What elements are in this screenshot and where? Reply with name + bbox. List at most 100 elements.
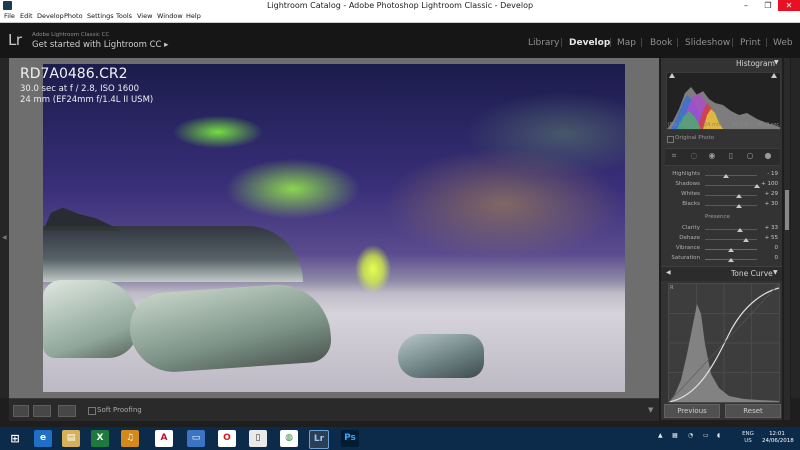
photo-ice-block: [127, 281, 333, 375]
taskbar-clock[interactable]: 12:01 24/06/2018: [762, 431, 794, 445]
highlight-clipping-icon[interactable]: [771, 73, 777, 78]
histogram-collapse-icon[interactable]: ▼: [774, 59, 779, 66]
slider-label-whites: Whites: [681, 191, 700, 197]
module-develop[interactable]: Develop: [569, 38, 610, 48]
slider-knob-vibrance[interactable]: [728, 248, 734, 252]
before-after-button[interactable]: [33, 405, 51, 417]
slider-track-blacks[interactable]: [705, 205, 757, 206]
module-slideshow[interactable]: Slideshow: [685, 38, 730, 48]
right-panel-edge[interactable]: [791, 58, 800, 398]
slider-value-blacks[interactable]: + 30: [760, 201, 778, 207]
slider-label-highlights: Highlights: [672, 171, 700, 177]
menu-tools[interactable]: Tools: [116, 11, 132, 22]
photo-ice-block: [43, 280, 138, 358]
menu-settings[interactable]: Settings: [87, 11, 114, 22]
slider-value-clarity[interactable]: + 33: [760, 225, 778, 231]
menu-help[interactable]: Help: [186, 11, 201, 22]
spot-removal-icon[interactable]: ◌: [690, 152, 698, 160]
battery-icon[interactable]: ▭: [703, 432, 709, 439]
monitor-app-icon[interactable]: ▭: [187, 430, 205, 447]
left-panel-collapsed[interactable]: [0, 58, 9, 398]
tone-curve-graph[interactable]: [668, 283, 780, 403]
tone-curve-collapse-icon[interactable]: ▼: [773, 269, 778, 276]
module-library[interactable]: Library: [528, 38, 559, 48]
close-button[interactable]: ✕: [778, 0, 800, 11]
radial-filter-icon[interactable]: ○: [746, 152, 754, 160]
red-eye-icon[interactable]: ◉: [708, 152, 716, 160]
module-print[interactable]: Print: [740, 38, 761, 48]
right-panel-scrollbar[interactable]: [784, 58, 790, 420]
tone-curve-channel-label: R: [670, 285, 674, 291]
opera-icon[interactable]: O: [218, 430, 236, 447]
network-icon[interactable]: ▦: [672, 432, 678, 439]
slider-label-blacks: Blacks: [682, 201, 700, 207]
acrobat-icon[interactable]: A: [155, 430, 173, 447]
photoshop-icon[interactable]: Ps: [341, 430, 359, 447]
excel-icon[interactable]: X: [91, 430, 109, 447]
slider-value-vibrance[interactable]: 0: [760, 245, 779, 251]
module-map[interactable]: Map: [617, 38, 636, 48]
windows-taskbar: [0, 427, 800, 450]
shadow-clipping-icon[interactable]: [669, 73, 675, 78]
slider-knob-clarity[interactable]: [736, 228, 743, 232]
slider-label-shadows: Shadows: [675, 181, 700, 187]
adjustment-brush-icon[interactable]: ●: [764, 152, 772, 160]
module-web[interactable]: Web: [773, 38, 793, 48]
module-book[interactable]: Book: [650, 38, 672, 48]
wifi-icon[interactable]: ◔: [688, 432, 693, 439]
slider-knob-blacks[interactable]: [735, 204, 742, 208]
tray-language: ENG: [742, 431, 754, 437]
menu-view[interactable]: View: [137, 11, 152, 22]
slider-knob-highlights[interactable]: [723, 174, 730, 178]
compare-swap-button[interactable]: [58, 405, 76, 417]
previous-button[interactable]: Previous: [664, 404, 720, 418]
toolbar-menu-icon[interactable]: ▼: [648, 406, 653, 414]
internet-explorer-icon[interactable]: e: [34, 430, 52, 447]
slider-track-shadows[interactable]: [705, 185, 757, 186]
headphones-icon[interactable]: ♫: [121, 430, 139, 447]
menu-develop[interactable]: Develop: [37, 11, 64, 22]
chrome-icon[interactable]: ◍: [280, 430, 298, 447]
slider-value-whites[interactable]: + 29: [760, 191, 778, 197]
graduated-filter-icon[interactable]: ▯: [727, 152, 735, 160]
histogram-title[interactable]: Histogram: [736, 59, 775, 68]
menu-window[interactable]: Window: [157, 11, 183, 22]
slider-knob-dehaze[interactable]: [742, 238, 749, 242]
maximize-button[interactable]: ❐: [757, 0, 779, 11]
slider-track-dehaze[interactable]: [705, 239, 757, 240]
slider-track-whites[interactable]: [705, 195, 757, 196]
start-button-icon[interactable]: ⊞: [6, 430, 24, 447]
document-icon[interactable]: ▯: [249, 430, 267, 447]
tray-region: US: [744, 438, 752, 444]
slider-knob-saturation[interactable]: [728, 258, 734, 262]
slider-value-saturation[interactable]: 0: [760, 255, 779, 261]
slider-value-dehaze[interactable]: + 55: [760, 235, 778, 241]
slider-knob-whites[interactable]: [735, 194, 742, 198]
original-photo-checkbox[interactable]: [667, 136, 674, 143]
input-language[interactable]: ENG US: [740, 431, 756, 445]
left-panel-toggle-icon[interactable]: ◀: [2, 234, 7, 241]
tone-curve-title[interactable]: Tone Curve: [731, 269, 773, 278]
window-title-bar: Lightroom Catalog - Adobe Photoshop Ligh…: [0, 0, 800, 11]
histogram-iso: ISO 1600: [668, 122, 691, 128]
tone-curve-toggle-icon[interactable]: ◀: [666, 269, 671, 276]
lightroom-taskbar-icon[interactable]: Lr: [309, 430, 329, 449]
reset-button[interactable]: Reset: [725, 404, 781, 418]
slider-value-highlights[interactable]: - 19: [760, 171, 778, 177]
menu-photo[interactable]: Photo: [64, 11, 83, 22]
minimize-button[interactable]: –: [735, 0, 757, 11]
slider-label-vibrance: Vibrance: [675, 245, 700, 251]
scrollbar-thumb[interactable]: [785, 190, 789, 230]
slider-track-highlights[interactable]: [705, 175, 757, 176]
loupe-view-button[interactable]: [13, 405, 29, 417]
menu-edit[interactable]: Edit: [20, 11, 33, 22]
menu-file[interactable]: File: [4, 11, 15, 22]
volume-icon[interactable]: ◖: [717, 432, 720, 439]
slider-value-shadows[interactable]: + 100: [760, 181, 778, 187]
crop-icon[interactable]: ⌗: [670, 152, 678, 160]
soft-proofing-checkbox[interactable]: [88, 407, 96, 415]
slider-track-clarity[interactable]: [705, 229, 757, 230]
get-started-link[interactable]: Get started with Lightroom CC ▸: [32, 40, 168, 50]
file-explorer-icon[interactable]: ▤: [62, 430, 80, 447]
tray-chevron-icon[interactable]: ▲: [658, 432, 663, 439]
